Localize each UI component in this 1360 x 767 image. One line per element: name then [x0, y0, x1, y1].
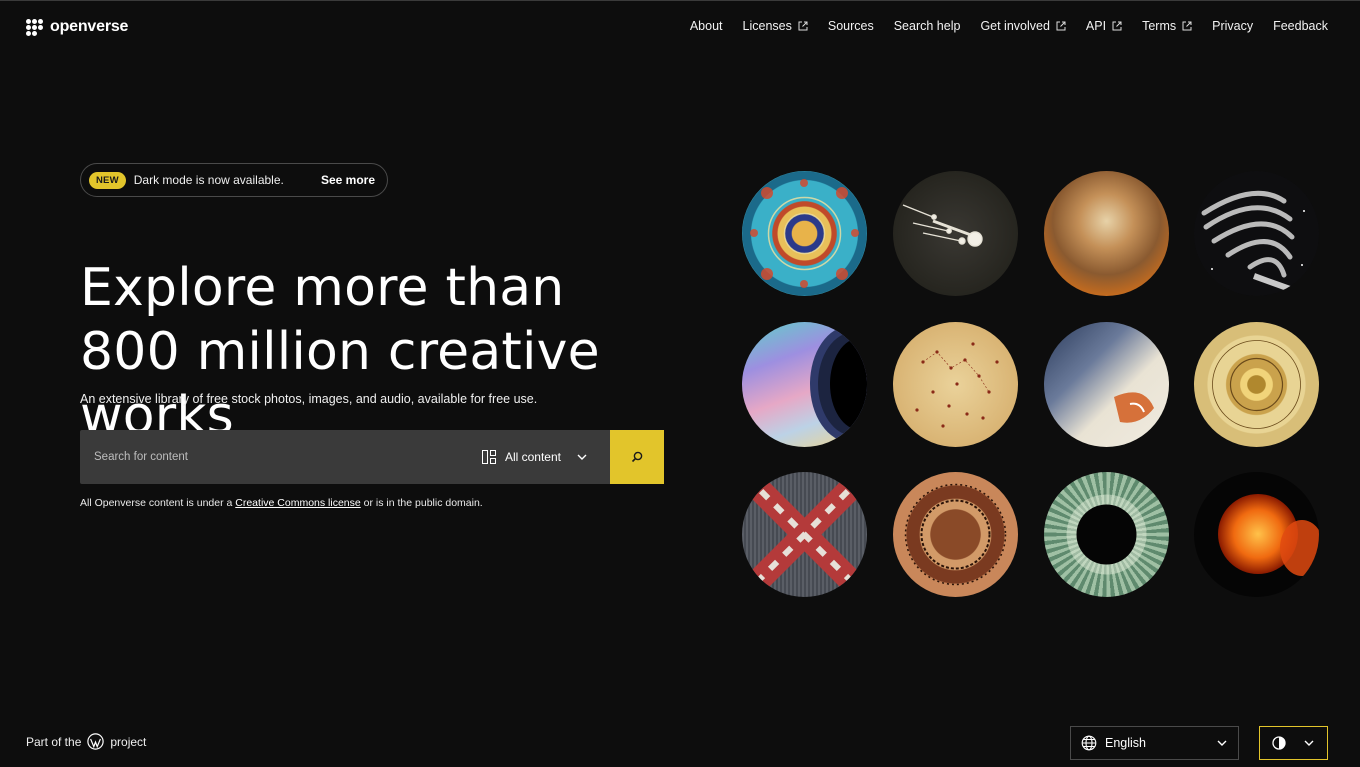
license-note-prefix: All Openverse content is under a	[80, 497, 236, 509]
nav-feedback[interactable]: Feedback	[1273, 19, 1328, 33]
search-icon	[631, 451, 643, 463]
comets-image[interactable]	[893, 171, 1018, 296]
chevron-down-icon	[1217, 740, 1227, 746]
engraved-plate-image[interactable]	[893, 472, 1018, 597]
nebula-image[interactable]	[1044, 171, 1169, 296]
contrast-icon	[1272, 736, 1286, 750]
license-note: All Openverse content is under a Creativ…	[80, 497, 483, 509]
celestial-figure-image[interactable]	[1044, 322, 1169, 447]
nav-get-involved[interactable]: Get involved	[980, 19, 1066, 33]
woven-x-pattern-image[interactable]	[742, 472, 867, 597]
logo-text: openverse	[50, 18, 129, 35]
top-border	[0, 0, 1360, 1]
nav-search-help-label: Search help	[893, 19, 961, 33]
language-label: English	[1105, 736, 1146, 750]
search-button[interactable]	[610, 430, 664, 484]
astronomical-dial-image[interactable]	[1194, 322, 1319, 447]
content-grid-icon	[481, 450, 496, 464]
chevron-down-icon	[1304, 740, 1314, 746]
hero-title: Explore more than 800 million creative w…	[80, 258, 600, 446]
solar-eclipse-drawing	[1066, 494, 1147, 575]
nav-search-help[interactable]: Search help	[894, 19, 961, 33]
search-input[interactable]	[80, 430, 482, 484]
content-type-label: All content	[504, 450, 561, 464]
license-note-suffix: or is in the public domain.	[360, 497, 483, 509]
solar-flare-image[interactable]	[1194, 472, 1319, 597]
engraved-plate-drawing	[904, 483, 1007, 586]
openverse-logo[interactable]: openverse	[26, 18, 128, 36]
nav-api-label: API	[1085, 19, 1107, 33]
nav-feedback-label: Feedback	[1273, 19, 1328, 33]
main-nav: About Licenses Sources Search help Get i…	[690, 19, 1328, 33]
globe-icon	[1081, 735, 1097, 751]
nav-about-label: About	[689, 19, 723, 33]
solar-flare-drawing	[1218, 494, 1319, 576]
openverse-logo-icon	[26, 18, 43, 36]
part-of-suffix: project	[110, 734, 147, 749]
ringed-planet-drawing	[810, 326, 867, 442]
comets-drawing	[902, 204, 983, 247]
ringed-planet-image[interactable]	[742, 322, 867, 447]
comet-tail-drawing	[1201, 190, 1305, 292]
hero-subtitle: An extensive library of free stock photo…	[80, 392, 538, 406]
content-type-select[interactable]: All content	[481, 430, 610, 484]
nav-terms-label: Terms	[1142, 19, 1177, 33]
external-link-icon	[1182, 21, 1192, 31]
new-badge: NEW	[89, 171, 126, 189]
part-of-wordpress: Part of the project	[26, 733, 146, 750]
search-bar: All content	[80, 430, 664, 484]
nav-about[interactable]: About	[690, 19, 723, 33]
announcement-banner: NEW Dark mode is now available. See more	[80, 163, 388, 197]
creative-commons-link[interactable]: Creative Commons license	[235, 497, 360, 509]
external-link-icon	[1112, 21, 1122, 31]
featured-gallery	[742, 171, 1319, 597]
nav-privacy-label: Privacy	[1212, 19, 1254, 33]
chevron-down-icon	[577, 454, 587, 460]
nav-terms[interactable]: Terms	[1142, 19, 1192, 33]
nav-sources[interactable]: Sources	[828, 19, 874, 33]
nav-api[interactable]: API	[1086, 19, 1122, 33]
woven-x-drawing	[742, 472, 867, 597]
wordpress-icon[interactable]	[87, 733, 105, 750]
astronomical-dial-drawing	[1212, 340, 1301, 429]
language-select[interactable]: English	[1070, 726, 1239, 760]
see-more-link[interactable]: See more	[321, 173, 375, 187]
kaleidoscope-tile-image[interactable]	[742, 171, 867, 296]
external-link-icon	[1056, 21, 1066, 31]
celestial-figure-drawing	[1114, 392, 1154, 423]
star-chart-image[interactable]	[893, 322, 1018, 447]
nav-privacy[interactable]: Privacy	[1212, 19, 1253, 33]
nav-get-involved-label: Get involved	[980, 19, 1050, 33]
banner-text: Dark mode is now available.	[133, 173, 284, 187]
star-chart-drawing	[915, 342, 999, 428]
part-of-prefix: Part of the	[26, 734, 82, 749]
comet-tail-image[interactable]	[1194, 171, 1319, 296]
nav-licenses-label: Licenses	[742, 19, 792, 33]
kaleidoscope-pattern	[750, 179, 859, 288]
solar-eclipse-image[interactable]	[1044, 472, 1169, 597]
nav-sources-label: Sources	[827, 19, 874, 33]
nav-licenses[interactable]: Licenses	[743, 19, 808, 33]
external-link-icon	[798, 21, 808, 31]
theme-select[interactable]	[1259, 726, 1328, 760]
